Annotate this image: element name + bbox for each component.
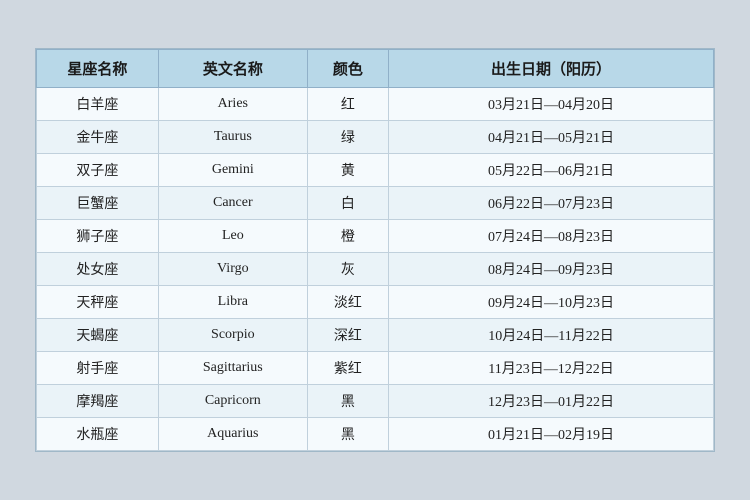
cell-date: 04月21日—05月21日 (389, 121, 714, 154)
table-row: 水瓶座Aquarius黑01月21日—02月19日 (37, 418, 714, 451)
cell-date: 11月23日—12月22日 (389, 352, 714, 385)
cell-color: 深红 (307, 319, 388, 352)
table-row: 处女座Virgo灰08月24日—09月23日 (37, 253, 714, 286)
table-row: 白羊座Aries红03月21日—04月20日 (37, 88, 714, 121)
cell-cn: 摩羯座 (37, 385, 159, 418)
cell-color: 红 (307, 88, 388, 121)
cell-cn: 狮子座 (37, 220, 159, 253)
table-row: 摩羯座Capricorn黑12月23日—01月22日 (37, 385, 714, 418)
cell-cn: 射手座 (37, 352, 159, 385)
cell-date: 06月22日—07月23日 (389, 187, 714, 220)
table-row: 天蝎座Scorpio深红10月24日—11月22日 (37, 319, 714, 352)
cell-en: Aquarius (158, 418, 307, 451)
cell-cn: 白羊座 (37, 88, 159, 121)
cell-cn: 水瓶座 (37, 418, 159, 451)
zodiac-table: 星座名称 英文名称 颜色 出生日期（阳历） 白羊座Aries红03月21日—04… (36, 49, 714, 451)
zodiac-table-container: 星座名称 英文名称 颜色 出生日期（阳历） 白羊座Aries红03月21日—04… (35, 48, 715, 452)
cell-color: 黑 (307, 385, 388, 418)
cell-en: Capricorn (158, 385, 307, 418)
cell-cn: 天蝎座 (37, 319, 159, 352)
cell-color: 淡红 (307, 286, 388, 319)
table-header-row: 星座名称 英文名称 颜色 出生日期（阳历） (37, 50, 714, 88)
cell-date: 07月24日—08月23日 (389, 220, 714, 253)
table-row: 天秤座Libra淡红09月24日—10月23日 (37, 286, 714, 319)
cell-en: Aries (158, 88, 307, 121)
cell-date: 01月21日—02月19日 (389, 418, 714, 451)
cell-cn: 处女座 (37, 253, 159, 286)
table-row: 双子座Gemini黄05月22日—06月21日 (37, 154, 714, 187)
cell-en: Gemini (158, 154, 307, 187)
cell-cn: 天秤座 (37, 286, 159, 319)
cell-cn: 双子座 (37, 154, 159, 187)
cell-color: 绿 (307, 121, 388, 154)
cell-en: Scorpio (158, 319, 307, 352)
cell-color: 白 (307, 187, 388, 220)
cell-color: 灰 (307, 253, 388, 286)
table-row: 射手座Sagittarius紫红11月23日—12月22日 (37, 352, 714, 385)
cell-en: Leo (158, 220, 307, 253)
cell-color: 紫红 (307, 352, 388, 385)
header-cn: 星座名称 (37, 50, 159, 88)
cell-date: 03月21日—04月20日 (389, 88, 714, 121)
cell-color: 橙 (307, 220, 388, 253)
cell-date: 05月22日—06月21日 (389, 154, 714, 187)
cell-en: Taurus (158, 121, 307, 154)
cell-en: Virgo (158, 253, 307, 286)
header-en: 英文名称 (158, 50, 307, 88)
table-row: 巨蟹座Cancer白06月22日—07月23日 (37, 187, 714, 220)
table-row: 金牛座Taurus绿04月21日—05月21日 (37, 121, 714, 154)
header-color: 颜色 (307, 50, 388, 88)
header-date: 出生日期（阳历） (389, 50, 714, 88)
cell-cn: 金牛座 (37, 121, 159, 154)
table-row: 狮子座Leo橙07月24日—08月23日 (37, 220, 714, 253)
cell-color: 黑 (307, 418, 388, 451)
cell-date: 12月23日—01月22日 (389, 385, 714, 418)
cell-en: Libra (158, 286, 307, 319)
cell-cn: 巨蟹座 (37, 187, 159, 220)
cell-date: 08月24日—09月23日 (389, 253, 714, 286)
cell-date: 10月24日—11月22日 (389, 319, 714, 352)
cell-date: 09月24日—10月23日 (389, 286, 714, 319)
cell-en: Cancer (158, 187, 307, 220)
cell-en: Sagittarius (158, 352, 307, 385)
cell-color: 黄 (307, 154, 388, 187)
